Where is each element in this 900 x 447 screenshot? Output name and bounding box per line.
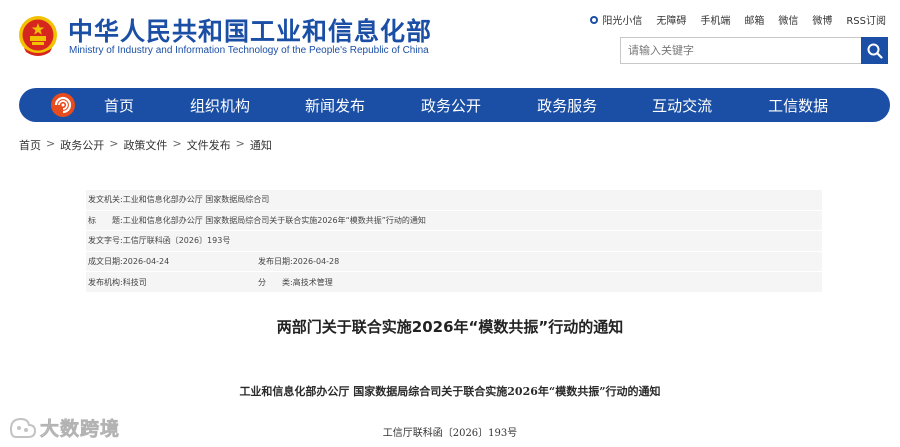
- meta-label: 发布机构:: [88, 277, 123, 287]
- site-title[interactable]: 中华人民共和国工业和信息化部: [68, 12, 432, 48]
- search-box: [620, 37, 888, 64]
- site-header: 中华人民共和国工业和信息化部 Ministry of Industry and …: [0, 0, 900, 80]
- breadcrumb-item-home[interactable]: 首页: [19, 137, 41, 153]
- meta-row-issuer: 发文机关: 工业和信息化部办公厅 国家数据局综合司: [86, 190, 822, 211]
- breadcrumb-item-notice[interactable]: 通知: [250, 137, 272, 153]
- meta-title: 工业和信息化部办公厅 国家数据局综合司关于联合实施2026年“模数共振”行动的通…: [122, 215, 426, 225]
- meta-published-date: 2026-04-28: [292, 257, 340, 267]
- meta-label: 成文日期:: [88, 257, 123, 267]
- document-number: 工信厅联科函〔2026〕193号: [382, 428, 518, 439]
- nav-item-data[interactable]: 工信数据: [768, 95, 828, 116]
- meta-row-number: 发文字号: 工信厅联科函〔2026〕193号: [86, 231, 822, 252]
- watermark-logo-icon: [9, 417, 37, 438]
- document-subtitle: 工业和信息化部办公厅 国家数据局综合司关于联合实施2026年“模数共振”行动的通…: [239, 385, 661, 398]
- meta-label: 发布日期:: [258, 257, 293, 267]
- meta-label: 发文机关:: [88, 195, 123, 205]
- watermark-text: 大数跨境: [40, 418, 121, 441]
- top-link-rss[interactable]: RSS订阅: [846, 12, 886, 27]
- site-title-english: Ministry of Industry and Information Tec…: [69, 45, 429, 56]
- meta-row-org: 发布机构: 科技司 分 类: 高技术管理: [86, 272, 822, 293]
- main-nav: 首页 组织机构 新闻发布 政务公开 政务服务 互动交流 工信数据: [19, 88, 890, 122]
- nav-item-interaction[interactable]: 互动交流: [652, 95, 712, 116]
- breadcrumb-separator-icon: >: [109, 137, 119, 150]
- ministry-logo-icon[interactable]: [50, 92, 76, 118]
- top-link-wechat[interactable]: 微信: [778, 12, 798, 27]
- sun-icon: [590, 15, 599, 24]
- top-links: 阳光小信 无障碍 手机端 邮箱 微信 微博 RSS订阅: [575, 12, 886, 27]
- meta-row-title: 标 题: 工业和信息化部办公厅 国家数据局综合司关于联合实施2026年“模数共振…: [86, 211, 822, 232]
- top-link-weibo[interactable]: 微博: [812, 12, 832, 27]
- meta-label: 标 题:: [88, 215, 123, 225]
- breadcrumb-separator-icon: >: [235, 137, 245, 150]
- meta-category: 高技术管理: [292, 277, 333, 287]
- search-button[interactable]: [861, 37, 888, 64]
- document-title: 两部门关于联合实施2026年“模数共振”行动的通知: [276, 318, 624, 336]
- nav-items: 首页 组织机构 新闻发布 政务公开 政务服务 互动交流 工信数据: [84, 95, 890, 116]
- breadcrumb-item-gov-affairs[interactable]: 政务公开: [60, 137, 104, 153]
- top-link-mobile[interactable]: 手机端: [700, 12, 730, 27]
- nav-item-news[interactable]: 新闻发布: [305, 95, 365, 116]
- breadcrumb: 首页 > 政务公开 > 政策文件 > 文件发布 > 通知: [19, 137, 272, 153]
- meta-issuer: 工业和信息化部办公厅 国家数据局综合司: [122, 195, 270, 205]
- national-emblem-icon[interactable]: [18, 14, 58, 58]
- meta-row-dates: 成文日期: 2026-04-24 发布日期: 2026-04-28: [86, 252, 822, 273]
- watermark: 大数跨境: [8, 414, 120, 441]
- nav-item-organization[interactable]: 组织机构: [190, 95, 250, 116]
- search-icon: [867, 43, 883, 59]
- nav-item-home[interactable]: 首页: [104, 95, 134, 116]
- meta-org: 科技司: [122, 277, 147, 287]
- search-input[interactable]: [621, 38, 862, 63]
- document-meta-table: 发文机关: 工业和信息化部办公厅 国家数据局综合司 标 题: 工业和信息化部办公…: [86, 190, 822, 293]
- breadcrumb-separator-icon: >: [46, 137, 56, 150]
- top-link-accessibility[interactable]: 无障碍: [656, 12, 686, 27]
- meta-label: 发文字号:: [88, 236, 123, 246]
- breadcrumb-item-policy[interactable]: 政策文件: [123, 137, 167, 153]
- top-link-sunshine[interactable]: 阳光小信: [589, 12, 642, 27]
- meta-number: 工信厅联科函〔2026〕193号: [122, 236, 231, 246]
- nav-item-gov-affairs[interactable]: 政务公开: [421, 95, 481, 116]
- meta-created-date: 2026-04-24: [122, 257, 170, 267]
- meta-label: 分 类:: [258, 277, 293, 287]
- breadcrumb-separator-icon: >: [172, 137, 182, 150]
- breadcrumb-item-file-release[interactable]: 文件发布: [187, 137, 231, 153]
- nav-item-gov-services[interactable]: 政务服务: [537, 95, 597, 116]
- top-link-email[interactable]: 邮箱: [744, 12, 764, 27]
